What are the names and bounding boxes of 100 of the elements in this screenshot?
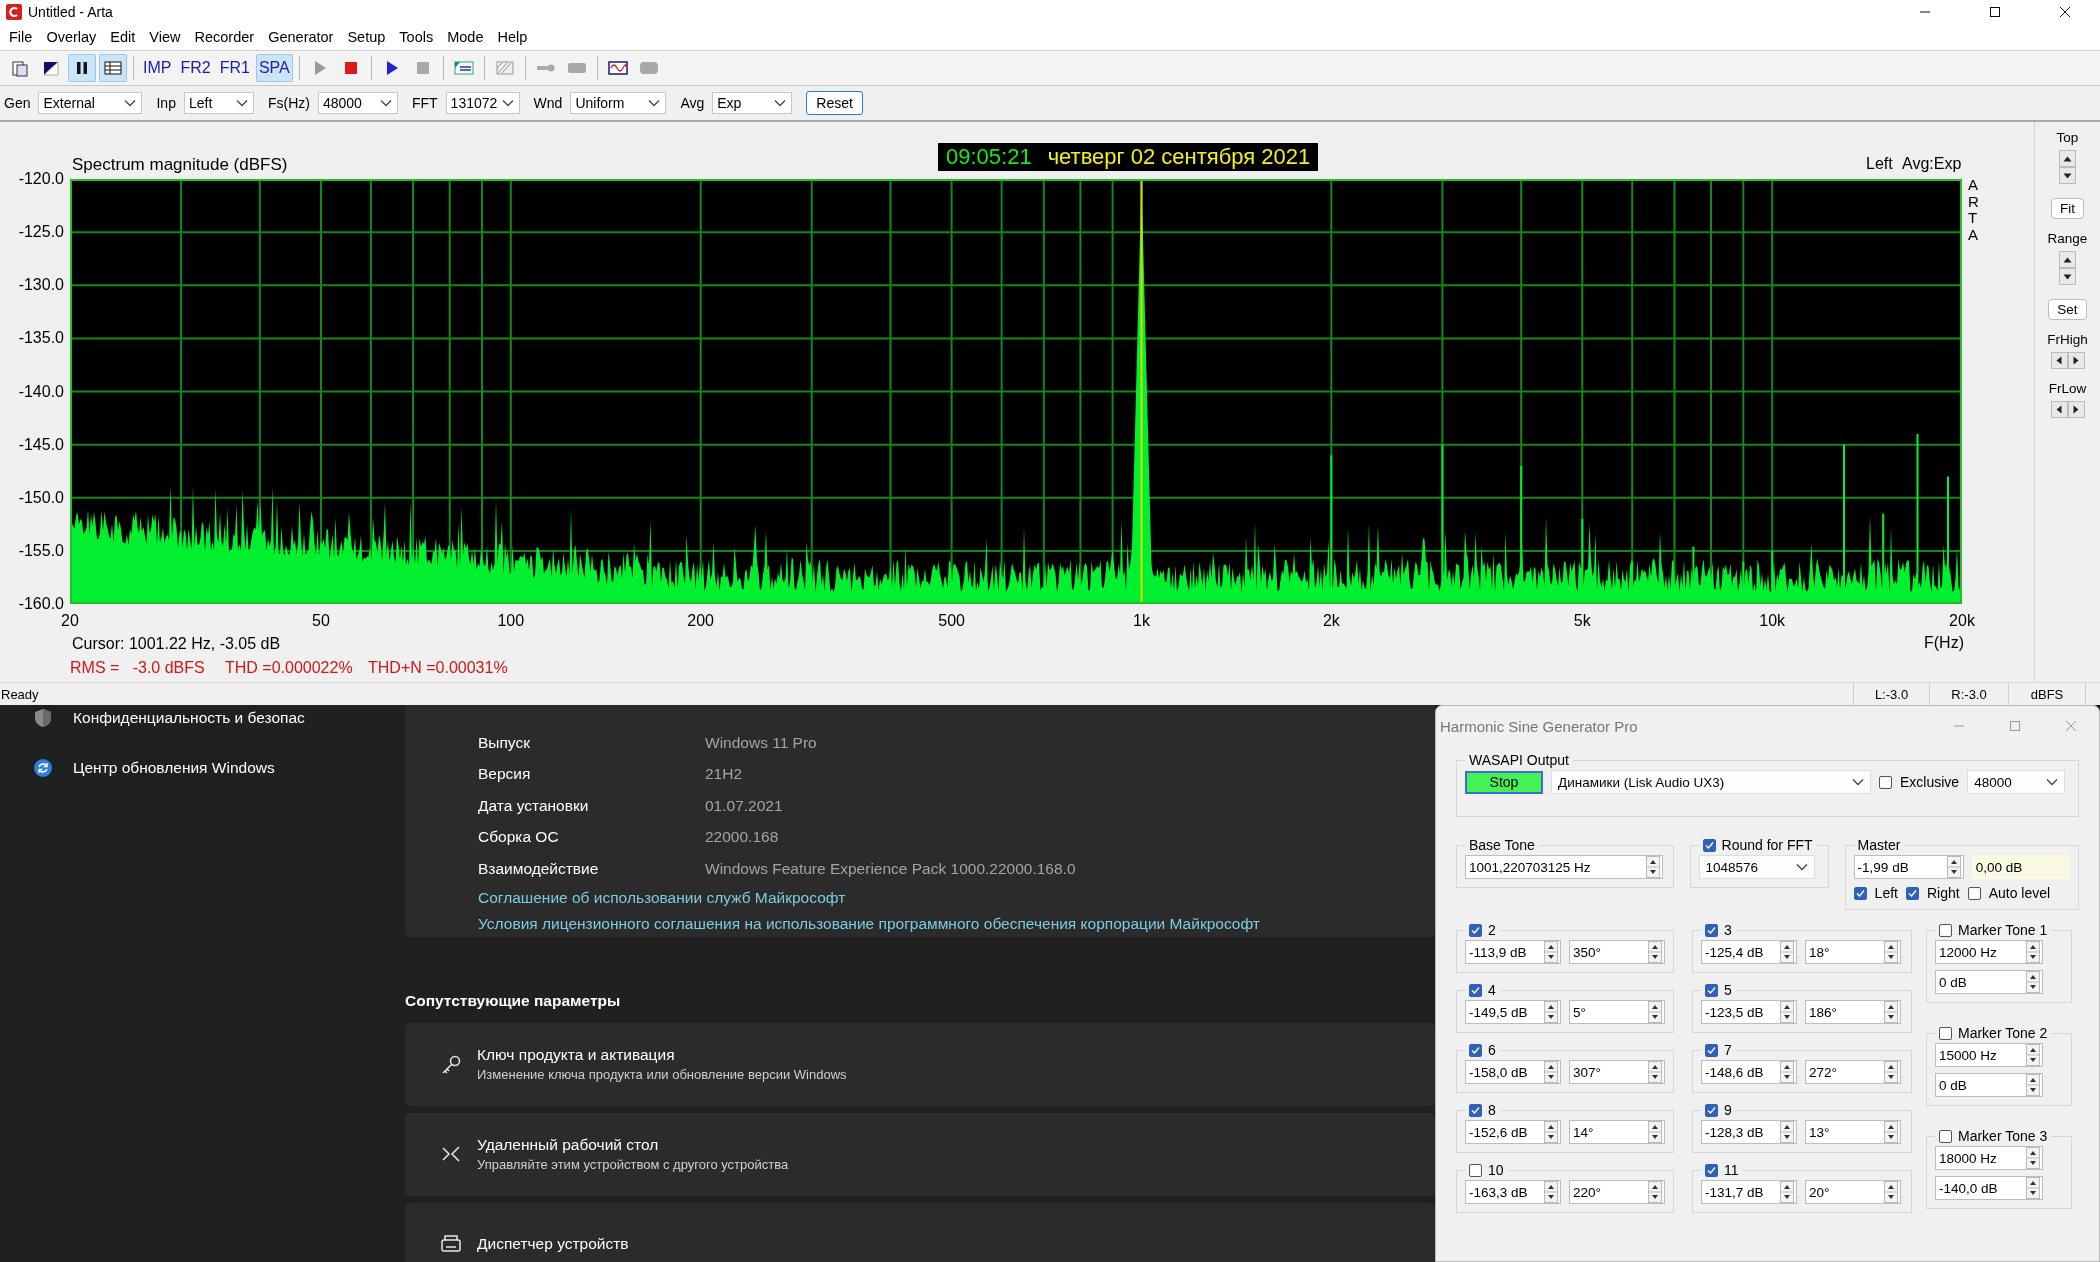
spin-button[interactable] [1648, 941, 1662, 963]
phase-field[interactable]: 14° [1569, 1120, 1665, 1144]
menu-item[interactable]: Mode [440, 29, 491, 45]
spin-button[interactable] [1780, 1001, 1794, 1023]
amplitude-field[interactable]: -123,5 dB [1701, 1000, 1797, 1024]
frequency-field[interactable]: 15000 Hz [1935, 1043, 2043, 1067]
settings-card[interactable]: Ключ продукта и активация Изменение ключа продукта или обновление версии Windows [405, 1022, 1435, 1106]
menu-item[interactable]: Generator [261, 29, 341, 45]
device-dropdown[interactable]: Динамики (Lisk Audio UX3) [1551, 770, 1871, 794]
checkbox[interactable] [1705, 1043, 1718, 1057]
spin-button[interactable] [1648, 1001, 1662, 1023]
fft-size-dropdown[interactable]: 1048576 [1698, 855, 1815, 879]
checkbox[interactable] [1905, 886, 1919, 900]
nav-item[interactable]: Конфиденциальность и безопас [73, 709, 305, 727]
menu-item[interactable]: Recorder [187, 29, 262, 45]
checkbox[interactable] [1705, 1103, 1718, 1117]
amplitude-field[interactable]: 0 dB [1935, 970, 2043, 994]
amplitude-field[interactable]: -148,6 dB [1701, 1060, 1797, 1084]
spin-button[interactable] [1544, 1121, 1558, 1143]
checkbox[interactable] [1469, 983, 1482, 997]
phase-field[interactable]: 186° [1805, 1000, 1901, 1024]
spin-button[interactable] [2026, 1147, 2040, 1169]
reset-button[interactable]: Reset [806, 91, 863, 115]
spin-button[interactable] [1884, 1001, 1898, 1023]
table-button[interactable] [99, 54, 127, 82]
amplitude-field[interactable]: -113,9 dB [1465, 940, 1561, 964]
rate-dropdown[interactable]: 48000 [1967, 770, 2066, 794]
down-button[interactable] [2059, 268, 2076, 285]
spin-button[interactable] [1946, 856, 1961, 878]
menu-item[interactable]: Tools [392, 29, 441, 45]
frequency-field[interactable]: 18000 Hz [1935, 1146, 2043, 1170]
master-level-field[interactable]: -1,99 dB [1853, 855, 1964, 879]
menu-item[interactable]: View [142, 29, 188, 45]
frequency-field[interactable]: 12000 Hz [1935, 940, 2043, 964]
amplitude-field[interactable]: -152,6 dB [1465, 1120, 1561, 1144]
amplitude-field[interactable]: -158,0 dB [1465, 1060, 1561, 1084]
set-button[interactable]: Set [2048, 299, 2087, 320]
checkbox[interactable] [1469, 1103, 1482, 1117]
menu-item[interactable]: File [2, 29, 40, 45]
dropdown[interactable]: Left [183, 92, 254, 114]
down-button[interactable] [2059, 167, 2076, 184]
spin-button[interactable] [1544, 1181, 1558, 1203]
spin-button[interactable] [1544, 1001, 1558, 1023]
amplitude-field[interactable]: 0 dB [1935, 1073, 2043, 1097]
spin-button[interactable] [1780, 941, 1794, 963]
link[interactable]: Соглашение об использовании служб Майкрософт [478, 888, 846, 907]
dropdown[interactable]: 48000 [317, 92, 398, 114]
link[interactable]: Условия лицензионного соглашения на использование программного обеспечения корпорации Майкрософт [478, 914, 1260, 933]
spin-button[interactable] [1884, 941, 1898, 963]
phase-field[interactable]: 5° [1569, 1000, 1665, 1024]
amplitude-field[interactable]: -140,0 dB [1935, 1176, 2043, 1200]
mode-button[interactable]: FR1 [216, 54, 253, 82]
mode-button[interactable]: SPA [255, 54, 293, 82]
checkbox[interactable] [1469, 1043, 1482, 1057]
settings-card[interactable]: Удаленный рабочий стол Управляйте этим устройством с другого устройства [405, 1112, 1435, 1196]
amplitude-field[interactable]: -125,4 dB [1701, 940, 1797, 964]
checkbox[interactable] [1702, 838, 1716, 852]
frequency-field[interactable]: 1001,220703125 Hz [1465, 855, 1663, 879]
spin-button[interactable] [1884, 1121, 1898, 1143]
dropdown[interactable]: 131072 [445, 92, 520, 114]
amplitude-field[interactable]: -149,5 dB [1465, 1000, 1561, 1024]
stop-button[interactable]: Stop [1465, 770, 1543, 794]
checkbox[interactable] [1879, 775, 1892, 789]
checkbox[interactable] [1967, 886, 1981, 900]
left-button[interactable] [2050, 401, 2068, 418]
up-button[interactable] [2059, 251, 2076, 268]
dropdown[interactable]: External [38, 92, 143, 114]
phase-field[interactable]: 18° [1805, 940, 1901, 964]
up-button[interactable] [2059, 150, 2076, 167]
phase-field[interactable]: 220° [1569, 1180, 1665, 1204]
spin-button[interactable] [2026, 971, 2040, 993]
spin-button[interactable] [1648, 1061, 1662, 1083]
amplitude-field[interactable]: -163,3 dB [1465, 1180, 1561, 1204]
fit-button[interactable]: Fit [2051, 198, 2084, 219]
settings-card[interactable]: Диспетчер устройств [405, 1202, 1435, 1262]
spin-button[interactable] [2026, 1074, 2040, 1096]
spin-button[interactable] [1780, 1121, 1794, 1143]
checkbox[interactable] [1939, 1129, 1952, 1143]
spin-button[interactable] [2026, 941, 2040, 963]
pause-button[interactable] [68, 54, 96, 82]
spin-button[interactable] [2026, 1177, 2040, 1199]
checkbox[interactable] [1705, 983, 1718, 997]
spin-button[interactable] [1780, 1061, 1794, 1083]
amplitude-field[interactable]: -128,3 dB [1701, 1120, 1797, 1144]
checkbox[interactable] [1853, 886, 1867, 900]
checkbox[interactable] [1469, 1163, 1482, 1177]
checkbox[interactable] [1705, 1163, 1718, 1177]
menu-item[interactable]: Help [490, 29, 535, 45]
spin-button[interactable] [1646, 856, 1660, 878]
spin-button[interactable] [1544, 1061, 1558, 1083]
spin-button[interactable] [1884, 1061, 1898, 1083]
phase-field[interactable]: 13° [1805, 1120, 1901, 1144]
amplitude-field[interactable]: -131,7 dB [1701, 1180, 1797, 1204]
phase-field[interactable]: 272° [1805, 1060, 1901, 1084]
dropdown[interactable]: Uniform [570, 92, 667, 114]
menu-item[interactable]: Edit [103, 29, 143, 45]
spin-button[interactable] [1884, 1181, 1898, 1203]
checkbox[interactable] [1939, 923, 1952, 937]
phase-field[interactable]: 307° [1569, 1060, 1665, 1084]
mode-button[interactable]: IMP [140, 54, 175, 82]
